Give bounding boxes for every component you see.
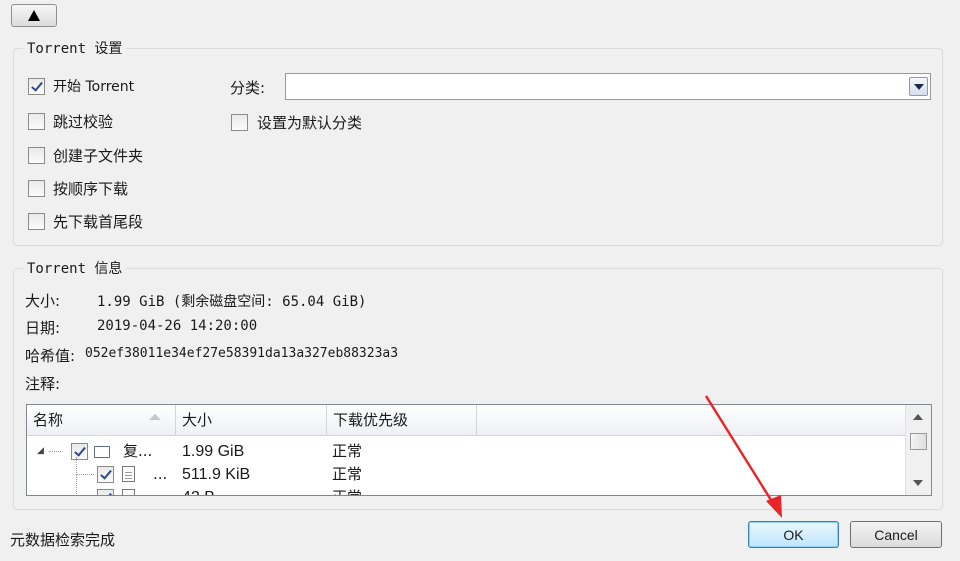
- tree-connector: [76, 457, 77, 475]
- tree-connector: [76, 474, 94, 475]
- folder-icon: [94, 446, 110, 458]
- file-priority: 正常: [332, 442, 363, 460]
- scroll-down-arrow-icon[interactable]: [913, 480, 923, 486]
- file-name: ...: [153, 465, 168, 483]
- scroll-up-arrow-icon[interactable]: [913, 414, 923, 420]
- file-size: 511.9 KiB: [182, 466, 251, 483]
- vertical-scrollbar[interactable]: [905, 405, 931, 495]
- start-torrent-checkbox[interactable]: [28, 78, 45, 95]
- size-label: 大小:: [25, 292, 61, 310]
- date-value: 2019-04-26 14:20:00: [97, 318, 258, 334]
- file-priority: 正常: [332, 465, 363, 483]
- skip-check-checkbox[interactable]: [28, 113, 45, 130]
- status-text: 元数据检索完成: [10, 531, 116, 549]
- expand-arrow-icon[interactable]: ◢: [37, 440, 44, 463]
- tree-connector: [76, 474, 77, 494]
- start-torrent-text: 开始 Torrent: [53, 79, 135, 95]
- file-checkbox[interactable]: [97, 466, 114, 483]
- file-tree[interactable]: 名称 大小 下载优先级 ◢ 复... 1.99 GiB 正常 ... 511.9…: [26, 404, 932, 496]
- column-name-text: 名称: [33, 411, 64, 429]
- chevron-down-icon: [913, 83, 924, 90]
- file-checkbox[interactable]: [71, 443, 88, 460]
- first-last-pieces-label: 先下载首尾段: [53, 213, 144, 231]
- file-icon: [122, 466, 135, 482]
- set-default-category-label: 设置为默认分类: [257, 114, 363, 132]
- tree-row[interactable]: 42 B 正常: [27, 474, 905, 495]
- tree-connector: [49, 451, 61, 452]
- sort-indicator-icon: [149, 414, 161, 420]
- start-torrent-label: 开始 Torrent: [53, 76, 134, 96]
- create-subfolder-label: 创建子文件夹: [53, 147, 144, 165]
- hash-value: 052ef38011e34ef27e58391da13a327eb88323a3: [85, 346, 399, 361]
- file-size: 42 B: [182, 486, 215, 495]
- set-default-category-checkbox[interactable]: [231, 114, 248, 131]
- category-combobox[interactable]: [285, 73, 931, 100]
- torrent-settings-title: Torrent 设置: [23, 38, 127, 58]
- category-label: 分类:: [230, 79, 266, 97]
- hash-label: 哈希值:: [25, 347, 76, 365]
- sequential-download-checkbox[interactable]: [28, 180, 45, 197]
- create-subfolder-checkbox[interactable]: [28, 147, 45, 164]
- file-name: 复...: [123, 442, 153, 460]
- column-header-size[interactable]: 大小: [176, 405, 327, 435]
- ok-button[interactable]: OK: [748, 521, 839, 548]
- cancel-button[interactable]: Cancel: [850, 521, 942, 548]
- date-label: 日期:: [25, 319, 61, 337]
- first-last-pieces-checkbox[interactable]: [28, 213, 45, 230]
- tree-row[interactable]: ... 511.9 KiB 正常: [27, 457, 905, 486]
- sequential-download-label: 按顺序下载: [53, 180, 129, 198]
- skip-check-label: 跳过校验: [53, 113, 114, 131]
- torrent-info-title: Torrent 信息: [23, 258, 127, 278]
- size-value: 1.99 GiB (剩余磁盘空间: 65.04 GiB): [97, 294, 367, 310]
- file-checkbox[interactable]: [97, 489, 114, 495]
- triangle-up-icon: [28, 10, 40, 21]
- file-priority: 正常: [332, 486, 362, 495]
- file-tree-header: 名称 大小 下载优先级: [27, 405, 905, 436]
- collapse-button[interactable]: [11, 4, 57, 27]
- column-header-priority[interactable]: 下载优先级: [327, 405, 477, 435]
- comment-label: 注释:: [25, 375, 61, 393]
- scrollbar-thumb[interactable]: [910, 433, 927, 450]
- column-header-name[interactable]: 名称: [27, 405, 176, 435]
- tree-row[interactable]: ◢ 复... 1.99 GiB 正常: [27, 440, 905, 463]
- file-size: 1.99 GiB: [182, 443, 245, 460]
- file-icon: [122, 489, 135, 495]
- category-dropdown-button[interactable]: [909, 77, 928, 96]
